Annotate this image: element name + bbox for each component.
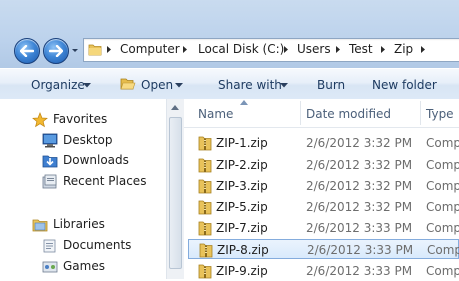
column-header-type[interactable]: Type	[426, 107, 454, 121]
zip-folder-icon	[198, 221, 212, 236]
nav-label: Libraries	[53, 217, 105, 231]
organize-button[interactable]: Organize	[31, 78, 85, 92]
file-name: ZIP-7.zip	[216, 221, 268, 235]
column-divider[interactable]	[300, 101, 301, 125]
file-name: ZIP-3.zip	[216, 179, 268, 193]
column-header-date-modified[interactable]: Date modified	[306, 107, 391, 121]
open-button[interactable]: Open	[141, 78, 173, 92]
file-type: Comp	[426, 136, 459, 150]
file-name: ZIP-2.zip	[216, 158, 268, 172]
file-date-modified: 2/6/2012 3:32 PM	[306, 179, 413, 193]
back-button[interactable]	[14, 38, 40, 64]
file-date-modified: 2/6/2012 3:32 PM	[306, 200, 413, 214]
sort-ascending-icon	[240, 100, 248, 105]
file-row[interactable]: ZIP-2.zip 2/6/2012 3:32 PM Comp	[188, 155, 459, 175]
open-folder-icon	[120, 78, 136, 90]
dropdown-arrow-icon	[175, 83, 183, 88]
chevron-right-icon[interactable]	[420, 45, 426, 54]
file-row[interactable]: ZIP-9.zip 2/6/2012 3:33 PM Comp	[188, 261, 459, 281]
recent-places-icon	[42, 174, 57, 189]
zip-folder-icon	[198, 264, 212, 279]
file-row[interactable]: ZIP-5.zip 2/6/2012 3:32 PM Comp	[188, 197, 459, 217]
desktop-icon	[42, 133, 58, 148]
share-with-button[interactable]: Share with	[218, 78, 282, 92]
file-date-modified: 2/6/2012 3:33 PM	[307, 243, 414, 257]
column-header-name[interactable]: Name	[198, 107, 233, 121]
arrow-right-icon	[49, 45, 63, 57]
file-list: Name Date modified Type ZIP-1.zip 2/6/201…	[184, 99, 459, 279]
file-date-modified: 2/6/2012 3:32 PM	[306, 136, 413, 150]
nav-label: Desktop	[63, 133, 113, 147]
games-icon	[42, 261, 58, 273]
file-row[interactable]: ZIP-8.zip 2/6/2012 3:33 PM Comp	[188, 239, 459, 259]
chevron-right-icon[interactable]	[380, 45, 386, 54]
dropdown-arrow-icon	[280, 83, 288, 88]
column-headers: Name Date modified Type	[184, 99, 459, 128]
file-name: ZIP-8.zip	[217, 243, 269, 257]
file-date-modified: 2/6/2012 3:33 PM	[306, 221, 413, 235]
breadcrumb-local-disk[interactable]: Local Disk (C:)	[198, 42, 284, 56]
chevron-right-icon[interactable]	[182, 45, 188, 54]
file-row[interactable]: ZIP-1.zip 2/6/2012 3:32 PM Comp	[188, 133, 459, 153]
file-type: Comp	[426, 264, 459, 278]
breadcrumb-zip[interactable]: Zip	[394, 42, 413, 56]
folder-icon	[88, 44, 102, 56]
breadcrumb-computer[interactable]: Computer	[120, 42, 180, 56]
column-divider[interactable]	[420, 101, 421, 125]
title-area: Computer Local Disk (C:) Users Test Zip	[0, 0, 459, 68]
new-folder-button[interactable]: New folder	[372, 78, 437, 92]
zip-folder-icon	[198, 158, 212, 173]
file-type: Comp	[426, 179, 459, 193]
libraries-icon	[32, 219, 48, 232]
dropdown-arrow-icon	[83, 83, 91, 88]
navigation-scrollbar[interactable]	[166, 99, 185, 279]
nav-label: Downloads	[63, 153, 129, 167]
downloads-folder-icon	[42, 155, 58, 168]
command-bar: Organize Open Share with Burn New folder	[0, 68, 459, 100]
star-icon	[32, 112, 48, 128]
documents-icon	[43, 239, 56, 253]
zip-folder-icon	[198, 200, 212, 215]
file-name: ZIP-9.zip	[216, 264, 268, 278]
nav-label: Games	[63, 259, 105, 273]
recent-pages-dropdown-icon[interactable]	[70, 44, 80, 56]
file-type: Comp	[426, 158, 459, 172]
chevron-right-icon[interactable]	[283, 45, 289, 54]
file-type: Comp	[426, 200, 459, 214]
file-date-modified: 2/6/2012 3:32 PM	[306, 158, 413, 172]
navigation-pane: Favorites Desktop Downloads Recent Place…	[0, 99, 167, 279]
file-date-modified: 2/6/2012 3:33 PM	[306, 264, 413, 278]
chevron-right-icon[interactable]	[335, 45, 341, 54]
zip-folder-icon	[199, 243, 213, 258]
file-type: Comp	[426, 221, 459, 235]
zip-folder-icon	[198, 179, 212, 194]
file-name: ZIP-5.zip	[216, 200, 268, 214]
chevron-right-icon[interactable]	[106, 45, 112, 54]
nav-label: Favorites	[53, 112, 108, 126]
nav-label: Recent Places	[63, 174, 147, 188]
forward-button[interactable]	[43, 38, 69, 64]
file-name: ZIP-1.zip	[216, 136, 268, 150]
arrow-left-icon	[20, 45, 34, 57]
file-type: Comp	[427, 243, 459, 257]
file-row[interactable]: ZIP-3.zip 2/6/2012 3:32 PM Comp	[188, 176, 459, 196]
zip-folder-icon	[198, 136, 212, 151]
address-bar[interactable]: Computer Local Disk (C:) Users Test Zip	[83, 38, 459, 62]
burn-button[interactable]: Burn	[317, 78, 345, 92]
breadcrumb-test[interactable]: Test	[349, 42, 373, 56]
scroll-up-icon[interactable]	[171, 105, 179, 110]
breadcrumb-users[interactable]: Users	[297, 42, 331, 56]
nav-label: Documents	[63, 238, 132, 252]
file-row[interactable]: ZIP-7.zip 2/6/2012 3:33 PM Comp	[188, 218, 459, 238]
scrollbar-thumb[interactable]	[169, 117, 182, 269]
